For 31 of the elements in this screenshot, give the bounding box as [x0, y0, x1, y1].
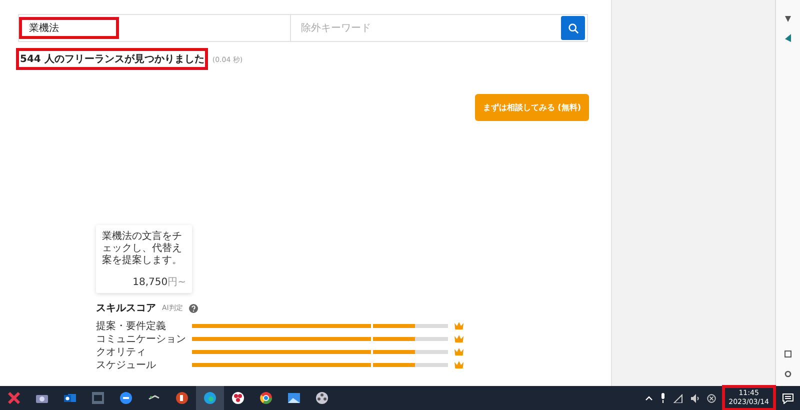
photo-icon [287, 391, 301, 405]
mail-icon [63, 391, 77, 405]
chat-bubble-icon [119, 391, 133, 405]
window-icon [91, 391, 105, 405]
wifi-icon[interactable] [672, 394, 683, 402]
browser-icon [203, 391, 217, 405]
globe-icon [259, 391, 273, 405]
card-description: 業機法の文言をチェックし、代替え案を提案します。 [102, 231, 183, 267]
price-unit: 円~ [168, 277, 186, 288]
exclude-keyword-field[interactable]: 除外キーワード [291, 22, 561, 34]
results-count-text: 544 人のフリーランスが見つかりました [18, 50, 206, 68]
skill-label: クオリティ [96, 346, 147, 358]
film-reel-icon [315, 391, 329, 405]
keyword-field[interactable]: 業機法 [19, 17, 119, 39]
close-circle-icon[interactable] [706, 394, 716, 402]
search-button[interactable] [561, 16, 585, 40]
notification-icon[interactable] [782, 392, 794, 404]
caret-up-icon[interactable] [644, 395, 653, 401]
microphone-icon[interactable] [660, 393, 666, 403]
skill-label: 提案・要件定義 [96, 320, 167, 332]
slides-icon [175, 391, 189, 405]
help-icon[interactable] [188, 304, 198, 312]
search-icon [568, 22, 578, 34]
speaker-icon[interactable] [690, 394, 700, 402]
skill-label: スケジュール [96, 358, 157, 372]
card-price: 18,750 [132, 277, 168, 288]
flower-icon [231, 391, 245, 405]
x-icon [7, 391, 21, 405]
service-card[interactable]: 業機法の文言をチェックし、代替え案を提案します。 18,750円~ [96, 225, 192, 293]
skill-label: コミュニケーション [96, 332, 187, 346]
skill-score-title: スキルスコア [96, 302, 156, 315]
